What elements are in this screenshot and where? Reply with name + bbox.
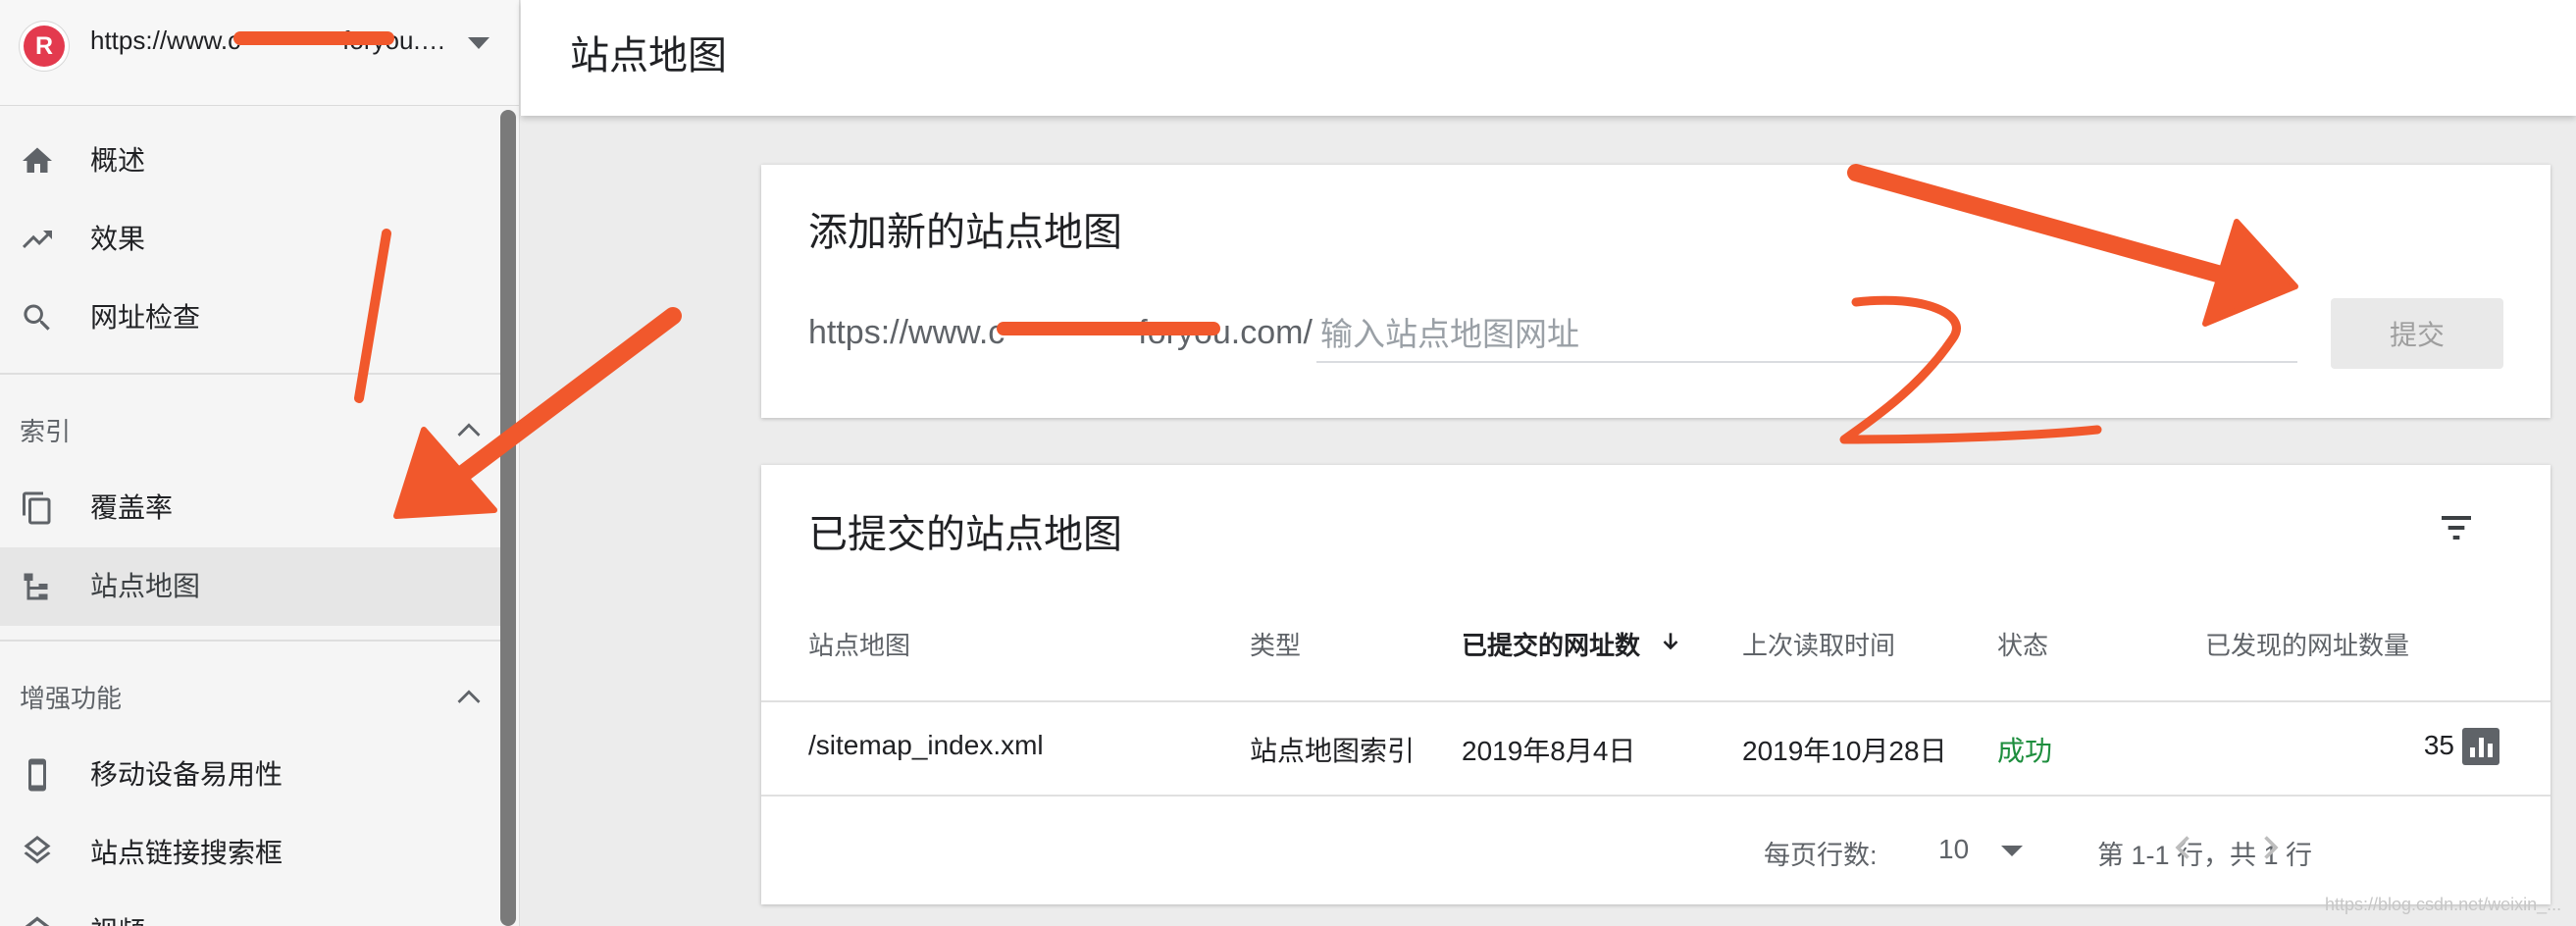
- home-icon: [23, 147, 52, 173]
- rows-per-page-label: 每页行数:: [1764, 841, 1878, 870]
- bar-chart-icon[interactable]: [2462, 728, 2499, 765]
- phone-icon: [28, 758, 46, 792]
- cell-sitemap[interactable]: /sitemap_index.xml: [808, 730, 1044, 761]
- header-divider: [761, 700, 2550, 702]
- filter-icon[interactable]: [2435, 508, 2478, 547]
- cell-last-read: 2019年10月28日: [1742, 736, 1947, 766]
- layers-icon: [24, 836, 51, 864]
- sidebar: R https://www.c foryou.… 概述 效果 网址检查 索引 覆…: [0, 0, 520, 926]
- nav-item-overview[interactable]: 概述: [0, 122, 515, 200]
- nav-item-performance[interactable]: 效果: [0, 200, 515, 279]
- submitted-sitemaps-card: 已提交的站点地图 站点地图 类型 已提交的网址数 上次读取时间 状态 已发现的网…: [761, 465, 2550, 904]
- nav-item-url-inspection[interactable]: 网址检查: [0, 279, 515, 357]
- nav-label: 概述: [90, 145, 146, 176]
- sitemap-url-input[interactable]: [1316, 308, 2297, 363]
- column-header-sitemap[interactable]: 站点地图: [808, 626, 910, 662]
- sidebar-scrollbar[interactable]: [500, 110, 516, 926]
- nav-label: 网址检查: [90, 302, 201, 333]
- nav-item-videos[interactable]: 视频: [0, 893, 515, 926]
- cell-status: 成功: [1997, 736, 2053, 766]
- section-label-index: 索引: [20, 417, 72, 446]
- nav-label: 站点链接搜索框: [90, 838, 283, 868]
- sitemap-icon: [24, 573, 48, 600]
- column-header-last-read[interactable]: 上次读取时间: [1742, 626, 1895, 662]
- chevron-left-icon[interactable]: [2166, 828, 2201, 867]
- submit-button[interactable]: 提交: [2331, 298, 2503, 369]
- section-label-enhancements: 增强功能: [20, 684, 123, 713]
- chevron-up-icon[interactable]: [455, 687, 483, 706]
- column-header-discovered-urls[interactable]: 已发现的网址数量: [2205, 626, 2409, 662]
- dropdown-caret-icon[interactable]: [2001, 846, 2023, 856]
- nav-item-mobile-usability[interactable]: 移动设备易用性: [0, 736, 515, 814]
- add-sitemap-card: 添加新的站点地图 https://www.c foryou.com/ 提交: [761, 165, 2550, 418]
- cell-submitted: 2019年8月4日: [1462, 736, 1636, 766]
- copy-icon: [23, 491, 51, 525]
- search-icon: [24, 304, 50, 331]
- column-header-type[interactable]: 类型: [1250, 626, 1301, 662]
- watermark: https://blog.csdn.net/weixin_...: [2325, 895, 2562, 914]
- nav-label: 移动设备易用性: [90, 759, 283, 790]
- nav-label: 覆盖率: [90, 492, 174, 523]
- add-sitemap-title: 添加新的站点地图: [808, 211, 1122, 254]
- cell-discovered: 35: [2423, 730, 2454, 760]
- rows-per-page-select[interactable]: 10: [1938, 834, 1969, 865]
- nav-item-coverage[interactable]: 覆盖率: [0, 469, 515, 547]
- property-selector[interactable]: R https://www.c foryou.…: [0, 0, 519, 106]
- nav-divider: [0, 373, 515, 375]
- chevron-right-icon[interactable]: [2252, 828, 2288, 867]
- video-icon: [25, 916, 50, 926]
- nav-label: 视频: [90, 914, 145, 926]
- nav-divider: [0, 640, 515, 642]
- dropdown-caret-icon[interactable]: [468, 37, 489, 49]
- page-title: 站点地图: [570, 34, 727, 77]
- nav-label: 效果: [90, 224, 146, 254]
- cell-type: 站点地图索引: [1250, 736, 1416, 766]
- arrow-down-icon[interactable]: [1658, 628, 1683, 655]
- redaction-mark: [997, 322, 1220, 335]
- nav-item-sitelinks-searchbox[interactable]: 站点链接搜索框: [0, 814, 515, 893]
- chevron-up-icon[interactable]: [455, 420, 483, 439]
- redaction-mark: [233, 31, 394, 45]
- row-divider: [761, 795, 2550, 797]
- column-header-status[interactable]: 状态: [1997, 626, 2048, 662]
- trending-up-icon: [23, 231, 52, 248]
- submitted-sitemaps-title: 已提交的站点地图: [808, 513, 1122, 556]
- top-bar: 站点地图: [521, 0, 2576, 116]
- nav-label: 站点地图: [90, 571, 201, 601]
- column-header-submitted-urls[interactable]: 已提交的网址数: [1462, 626, 1640, 662]
- property-logo: R: [24, 26, 65, 67]
- nav-item-sitemaps[interactable]: 站点地图: [0, 547, 515, 626]
